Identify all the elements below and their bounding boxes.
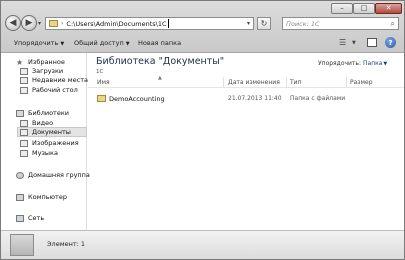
file-date: 21.07.2013 11:40 — [228, 95, 282, 102]
help-icon[interactable]: ? — [385, 37, 396, 48]
command-bar: Упорядочить ▼ Общий доступ ▼ Новая папка ☰… — [1, 35, 404, 52]
forward-button[interactable]: ▶ — [21, 15, 37, 31]
organize-menu[interactable]: Упорядочить ▼ — [14, 39, 64, 47]
column-header-date[interactable]: Дата изменения — [228, 79, 280, 86]
sidebar-item-images[interactable]: Изображения — [20, 138, 79, 148]
library-title: Библиотека "Документы" — [96, 56, 225, 67]
chevron-down-icon: ▼ — [60, 41, 65, 47]
maximize-button[interactable]: □ — [353, 3, 375, 14]
sidebar-item-label: Домашняя группа — [28, 171, 90, 179]
sidebar-item-documents[interactable]: Документы — [17, 127, 87, 137]
library-icon — [10, 234, 34, 256]
arrange-by-dropdown[interactable]: Папка▼ — [363, 60, 387, 67]
organize-label: Упорядочить — [14, 39, 59, 47]
music-icon — [20, 149, 28, 157]
navigation-pane: ★ Избранное Загрузки Недавние места Рабоч… — [1, 53, 90, 230]
recent-places-icon — [20, 76, 28, 84]
sidebar-item-label: Видео — [32, 119, 54, 127]
table-row[interactable]: DemoAccounting 21.07.2013 11:40 Папка с … — [88, 93, 404, 104]
sidebar-item-label: Документы — [32, 128, 71, 136]
text-caret — [167, 19, 169, 28]
file-type: Папка с файлами — [290, 95, 346, 102]
sidebar-item-label: Загрузки — [32, 67, 64, 75]
sidebar-item-network[interactable]: Сеть — [16, 213, 44, 223]
file-name[interactable]: DemoAccounting — [109, 95, 165, 103]
sidebar-item-label: Рабочий стол — [32, 86, 78, 94]
network-icon — [16, 214, 24, 222]
new-folder-button[interactable]: Новая папка — [138, 39, 181, 47]
images-icon — [20, 139, 28, 147]
sort-ascending-icon: ▲ — [158, 75, 162, 81]
back-button[interactable]: ◀ — [5, 15, 21, 31]
address-path[interactable]: C:\Users\Admin\Documents\1C — [66, 20, 166, 28]
sidebar-item-label: Недавние места — [32, 76, 88, 84]
arrow-left-icon: ◀ — [9, 18, 17, 28]
explorer-window: – □ ✕ ◀ ▶ ▾ › C:\Users\Admin\Documents\1… — [0, 0, 405, 260]
window-chrome: – □ ✕ ◀ ▶ ▾ › C:\Users\Admin\Documents\1… — [1, 1, 404, 53]
column-divider[interactable] — [346, 77, 347, 88]
sidebar-item-label: Избранное — [28, 58, 65, 66]
arrange-by-label: Упорядочить: — [318, 60, 361, 67]
sidebar-item-desktop[interactable]: Рабочий стол — [20, 85, 78, 95]
chevron-right-icon: › — [61, 20, 64, 27]
chevron-down-icon: ▼ — [125, 41, 130, 47]
sidebar-item-label: Библиотеки — [28, 109, 69, 117]
refresh-button[interactable]: ↻ — [257, 17, 271, 30]
view-dropdown[interactable]: ▼ — [352, 40, 356, 46]
sidebar-item-label: Сеть — [28, 214, 45, 222]
desktop-icon — [20, 86, 28, 94]
arrow-right-icon: ▶ — [25, 18, 33, 28]
sidebar-item-label: Музыка — [32, 149, 58, 157]
chevron-down-icon: ▼ — [383, 61, 388, 67]
close-button[interactable]: ✕ — [375, 3, 402, 14]
share-menu[interactable]: Общий доступ ▼ — [74, 39, 130, 47]
item-count: Элемент: 1 — [47, 240, 86, 248]
file-list-pane: Библиотека "Документы" 1C Упорядочить: П… — [88, 53, 404, 230]
folder-icon — [97, 95, 106, 102]
downloads-icon — [20, 67, 28, 75]
library-subtitle: 1C — [96, 69, 104, 75]
video-icon — [20, 119, 28, 127]
search-placeholder: Поиск: 1C — [286, 19, 320, 28]
preview-pane-icon[interactable] — [367, 38, 377, 47]
sidebar-item-label: Компьютер — [28, 193, 67, 201]
column-header-name[interactable]: Имя — [97, 79, 110, 86]
address-dropdown[interactable]: ▾ — [247, 20, 250, 27]
documents-icon — [20, 128, 28, 136]
homegroup-icon — [16, 171, 24, 179]
search-input[interactable]: Поиск: 1C ⌕ — [282, 17, 399, 30]
column-divider[interactable] — [286, 77, 287, 88]
column-headers: ▲ Имя Дата изменения Тип Размер — [88, 75, 404, 88]
folder-icon — [49, 20, 58, 27]
computer-icon — [16, 193, 24, 201]
share-label: Общий доступ — [74, 39, 124, 47]
sidebar-item-recent-places[interactable]: Недавние места — [20, 75, 88, 85]
details-pane: Элемент: 1 — [1, 230, 404, 259]
sidebar-item-libraries[interactable]: Библиотеки — [16, 108, 69, 118]
minimize-button[interactable]: – — [331, 3, 353, 14]
search-icon: ⌕ — [390, 19, 395, 28]
libraries-icon — [16, 109, 24, 117]
arrange-by-value: Папка — [363, 60, 383, 67]
view-options-icon[interactable]: ☰ — [339, 38, 346, 47]
column-header-size[interactable]: Размер — [350, 79, 373, 86]
address-bar[interactable]: › C:\Users\Admin\Documents\1C ▾ — [45, 17, 254, 30]
column-header-type[interactable]: Тип — [290, 79, 302, 86]
sidebar-item-label: Изображения — [32, 139, 79, 147]
column-divider[interactable] — [223, 77, 224, 88]
sidebar-item-homegroup[interactable]: Домашняя группа — [16, 170, 90, 180]
refresh-icon: ↻ — [260, 19, 268, 28]
recent-pages-dropdown[interactable]: ▾ — [38, 20, 41, 27]
sidebar-item-computer[interactable]: Компьютер — [16, 192, 67, 202]
sidebar-item-music[interactable]: Музыка — [20, 148, 58, 158]
